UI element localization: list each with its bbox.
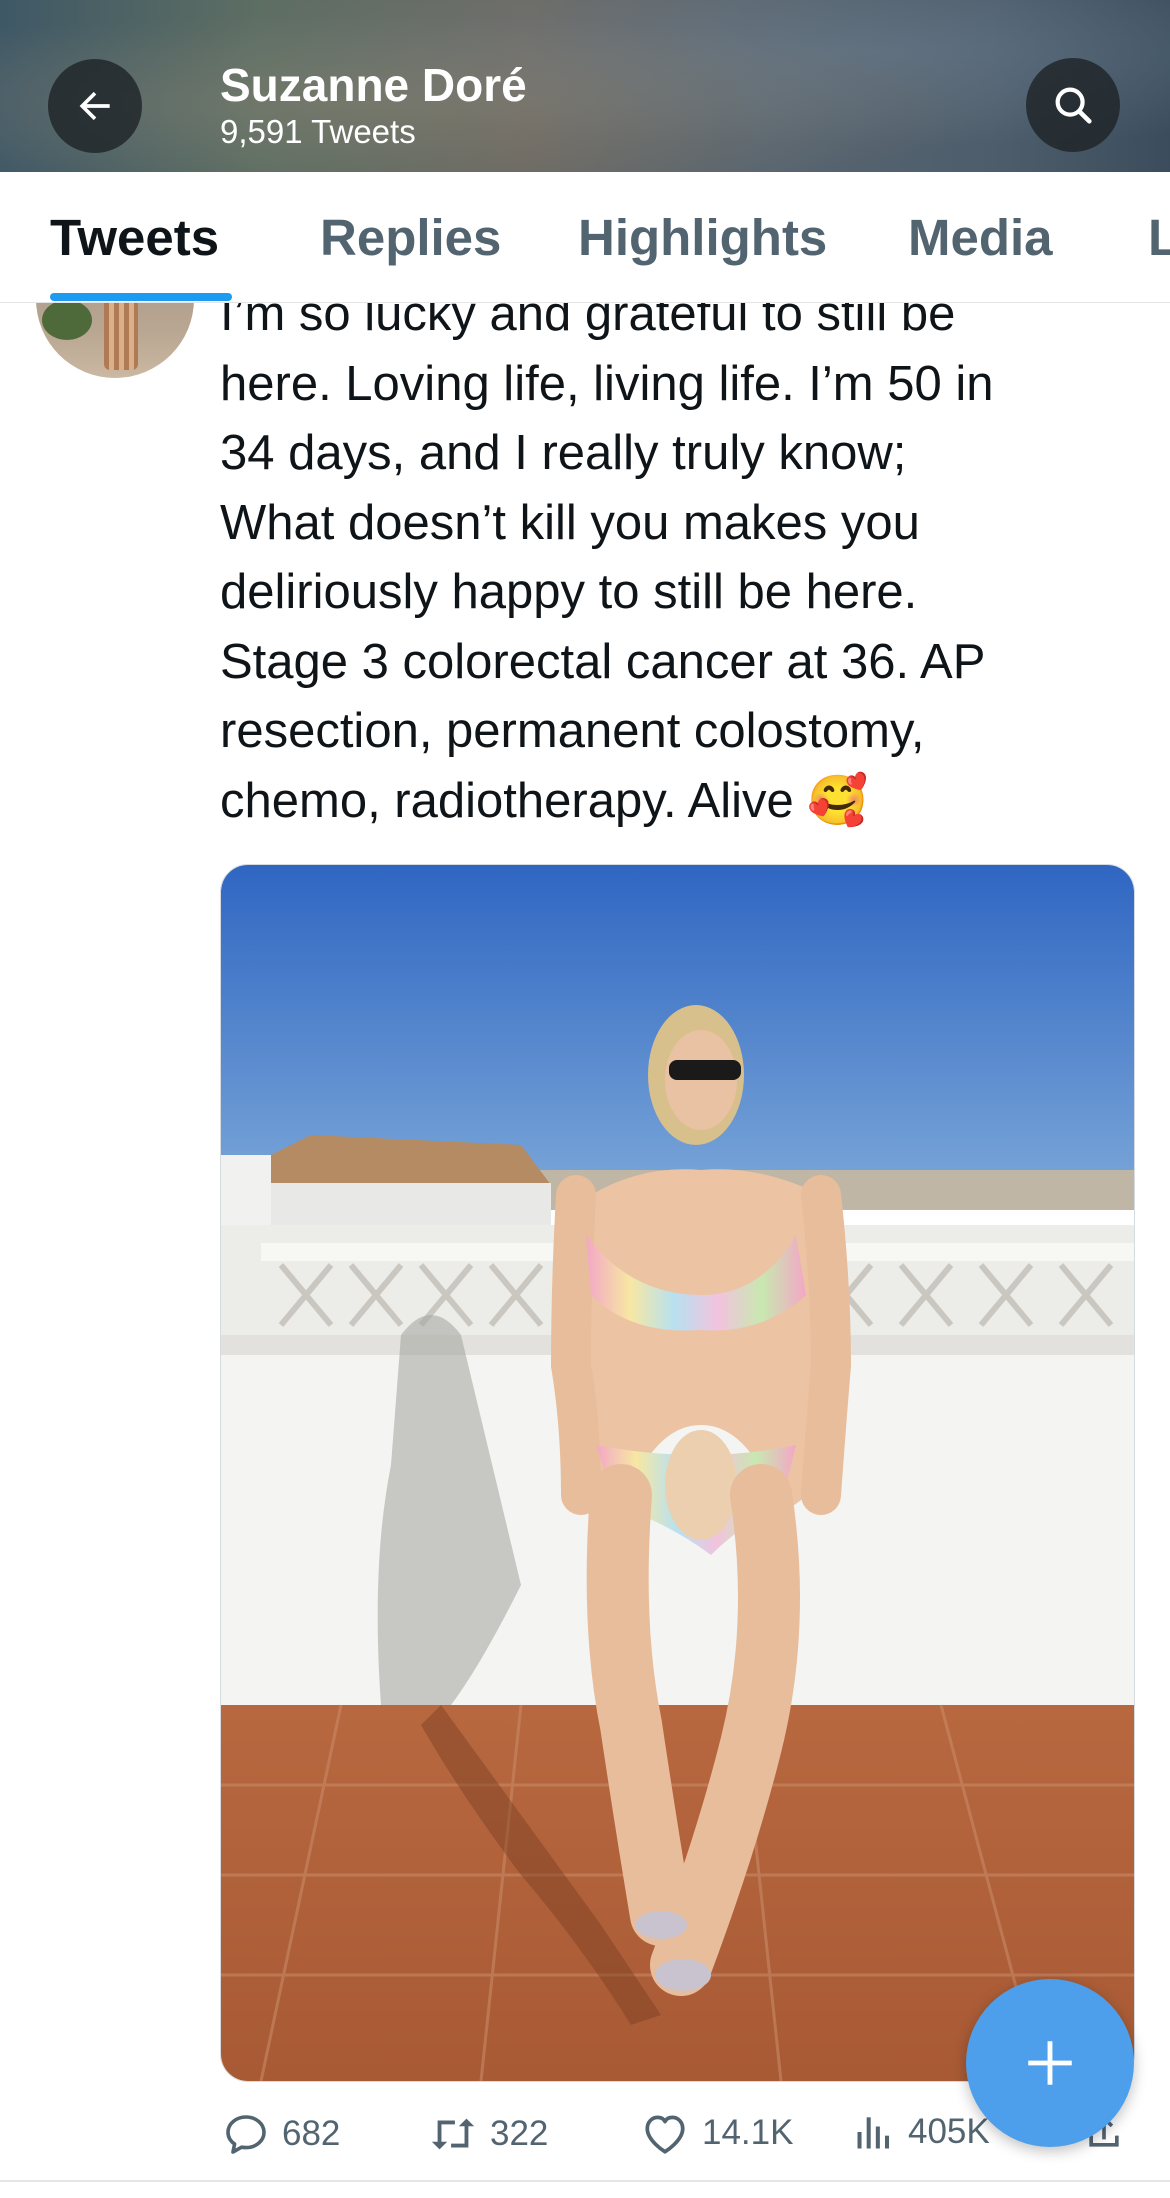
profile-header: Suzanne Doré 9,591 Tweets (0, 0, 1170, 172)
reply-icon (226, 2115, 266, 2154)
tweet-count: 9,591 Tweets (220, 113, 416, 150)
plus-icon (1028, 2041, 1072, 2085)
retweet-icon (431, 2118, 475, 2150)
tab-replies[interactable]: Replies (320, 208, 501, 267)
retweet-count: 322 (490, 2114, 549, 2153)
search-icon (1055, 87, 1092, 124)
tab-highlights[interactable]: Highlights (578, 208, 827, 267)
compose-tweet-button[interactable] (966, 1979, 1134, 2147)
like-button[interactable]: 14.1K (640, 2110, 793, 2156)
profile-tabs: Tweets Replies Highlights Media L (0, 172, 1170, 303)
tab-likes[interactable]: L (1148, 208, 1170, 267)
search-button[interactable] (1026, 58, 1120, 152)
tab-media[interactable]: Media (908, 208, 1053, 267)
arrow-left-icon (79, 91, 110, 121)
header-title-block: Suzanne Doré 9,591 Tweets (220, 58, 527, 152)
tab-tweets[interactable]: Tweets (50, 208, 219, 267)
views-count: 405K (908, 2112, 990, 2151)
reply-button[interactable]: 682 (222, 2110, 340, 2158)
avatar-plant (42, 300, 92, 340)
back-button[interactable] (48, 59, 142, 153)
tweet-text: I’m so lucky and grateful to still be he… (220, 287, 994, 828)
views-chart-icon (857, 2117, 890, 2149)
views-button[interactable]: 405K (852, 2110, 990, 2154)
profile-name: Suzanne Doré (220, 59, 527, 111)
like-count: 14.1K (702, 2113, 794, 2152)
active-tab-indicator (50, 293, 232, 301)
divider (0, 2180, 1170, 2182)
tweet-photo[interactable] (220, 864, 1135, 2082)
heart-icon (645, 2115, 685, 2154)
reply-count: 682 (282, 2114, 341, 2153)
retweet-button[interactable]: 322 (428, 2110, 548, 2158)
